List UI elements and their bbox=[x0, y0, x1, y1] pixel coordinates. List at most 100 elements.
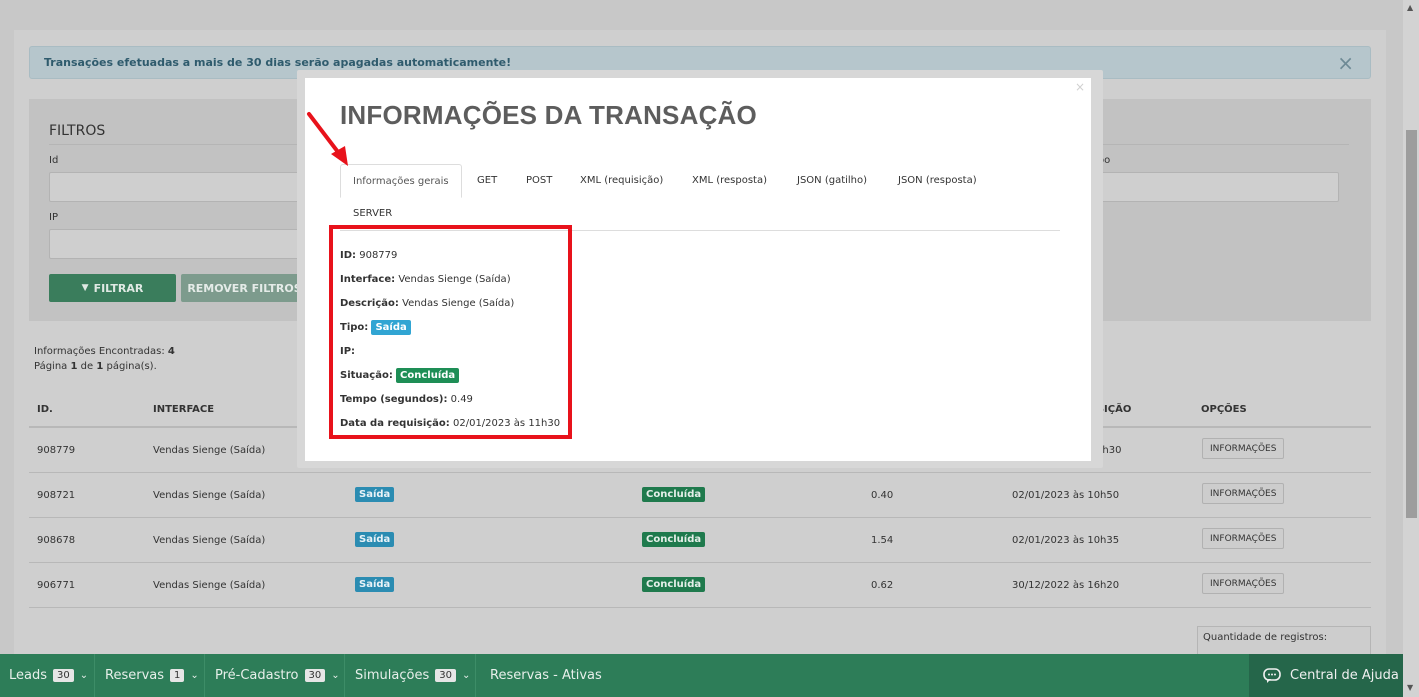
filter-button-label: FILTRAR bbox=[93, 281, 144, 295]
row-id: 908721 bbox=[37, 490, 76, 501]
informacoes-button[interactable]: INFORMAÇÕES bbox=[1202, 528, 1285, 549]
ip-input[interactable] bbox=[49, 229, 299, 259]
tab-informacoes-gerais[interactable]: Informações gerais bbox=[340, 164, 462, 198]
page-of: de bbox=[80, 361, 94, 372]
table-row: 908721 Vendas Sienge (Saída) Saída Concl… bbox=[29, 473, 1371, 518]
bottom-divider bbox=[475, 654, 476, 697]
funnel-icon: ▼ bbox=[81, 283, 89, 293]
tab-post[interactable]: POST bbox=[526, 175, 552, 186]
tipo-badge: Saída bbox=[355, 487, 395, 502]
bottom-divider bbox=[204, 654, 205, 697]
chevron-down-icon: ⌄ bbox=[331, 670, 340, 681]
row-time: 1.54 bbox=[871, 535, 894, 546]
table-row: 906771 Vendas Sienge (Saída) Saída Concl… bbox=[29, 563, 1371, 608]
results-summary: Informações Encontradas: 4 Página 1 de 1… bbox=[34, 344, 175, 374]
field-data: Data da requisição: 02/01/2023 às 11h30 bbox=[340, 418, 561, 429]
filters-title: FILTROS bbox=[49, 123, 106, 139]
tab-label: Informações gerais bbox=[353, 176, 449, 187]
field-situacao: Situação: Concluída bbox=[340, 368, 460, 383]
count-badge: 30 bbox=[53, 669, 74, 682]
id-input[interactable] bbox=[49, 172, 299, 202]
row-interface: Vendas Sienge (Saída) bbox=[153, 580, 266, 591]
field-id: ID: 908779 bbox=[340, 250, 398, 261]
bottom-item-label: Simulações bbox=[355, 668, 430, 683]
bottom-item-label: Reservas - Ativas bbox=[490, 668, 602, 683]
bottom-divider bbox=[344, 654, 345, 697]
help-center-label: Central de Ajuda bbox=[1290, 668, 1399, 683]
row-date: 02/01/2023 às 10h50 bbox=[1012, 490, 1120, 501]
count-badge: 30 bbox=[435, 669, 456, 682]
tipo-badge: Saída bbox=[355, 532, 395, 547]
scroll-up-icon[interactable]: ▲ bbox=[1407, 3, 1413, 12]
scrollbar-thumb[interactable] bbox=[1406, 130, 1417, 518]
modal-title: INFORMAÇÕES DA TRANSAÇÃO bbox=[340, 100, 757, 130]
field-ip: IP: bbox=[340, 346, 356, 357]
row-time: 0.40 bbox=[871, 490, 894, 501]
row-interface: Vendas Sienge (Saída) bbox=[153, 445, 266, 456]
bottom-item-pre-cadastro[interactable]: Pré-Cadastro 30 ⌄ bbox=[215, 654, 340, 697]
tipo-input[interactable] bbox=[1095, 172, 1339, 202]
tab-json-gatilho[interactable]: JSON (gatilho) bbox=[797, 175, 867, 186]
informacoes-button[interactable]: INFORMAÇÕES bbox=[1202, 438, 1285, 459]
page-total: 1 bbox=[96, 361, 104, 372]
page-current: 1 bbox=[70, 361, 78, 372]
count-badge: 30 bbox=[304, 669, 326, 682]
col-header-id[interactable]: ID. bbox=[37, 404, 53, 415]
filter-button[interactable]: ▼ FILTRAR bbox=[49, 274, 176, 302]
field-interface: Interface: Vendas Sienge (Saída) bbox=[340, 274, 511, 285]
row-id: 906771 bbox=[37, 580, 76, 591]
row-interface: Vendas Sienge (Saída) bbox=[153, 490, 266, 501]
modal-close-icon[interactable]: × bbox=[1075, 80, 1085, 94]
tipo-badge: Saída bbox=[355, 577, 395, 592]
field-descricao: Descrição: Vendas Sienge (Saída) bbox=[340, 298, 515, 309]
bottom-bar: Leads 30 ⌄ Reservas 1 ⌄ Pré-Cadastro 30 … bbox=[0, 654, 1419, 697]
found-count: 4 bbox=[167, 346, 175, 357]
red-arrow-annotation bbox=[307, 112, 348, 166]
ip-label: IP bbox=[49, 212, 58, 223]
records-quantity-label: Quantidade de registros: bbox=[1203, 632, 1328, 643]
col-header-interface[interactable]: INTERFACE bbox=[153, 404, 214, 415]
row-id: 908779 bbox=[37, 445, 76, 456]
tab-json-resposta[interactable]: JSON (resposta) bbox=[898, 175, 977, 186]
tipo-badge: Saída bbox=[371, 320, 411, 335]
bottom-divider bbox=[94, 654, 95, 697]
found-label: Informações Encontradas: bbox=[34, 346, 165, 357]
tab-get[interactable]: GET bbox=[477, 175, 497, 186]
row-interface: Vendas Sienge (Saída) bbox=[153, 535, 266, 546]
row-id: 908678 bbox=[37, 535, 76, 546]
bottom-item-simulacoes[interactable]: Simulações 30 ⌄ bbox=[355, 654, 470, 697]
field-tipo: Tipo: Saída bbox=[340, 320, 411, 335]
alert-close-icon[interactable]: × bbox=[1337, 51, 1354, 75]
row-date: 02/01/2023 às 10h35 bbox=[1012, 535, 1120, 546]
informacoes-button[interactable]: INFORMAÇÕES bbox=[1202, 483, 1285, 504]
tab-server[interactable]: SERVER bbox=[353, 208, 392, 219]
chevron-down-icon: ⌄ bbox=[461, 670, 471, 681]
scroll-down-icon[interactable]: ▼ bbox=[1407, 683, 1413, 692]
remove-filters-button[interactable]: REMOVER FILTROS bbox=[181, 274, 308, 302]
col-header-opcoes: OPÇÕES bbox=[1201, 404, 1247, 415]
page-scrollbar[interactable]: ▲ ▼ bbox=[1403, 0, 1419, 697]
chat-icon bbox=[1263, 667, 1281, 683]
bottom-item-label: Reservas bbox=[105, 668, 164, 683]
table-row: 908678 Vendas Sienge (Saída) Saída Concl… bbox=[29, 518, 1371, 563]
bottom-item-label: Leads bbox=[9, 668, 48, 683]
row-date: 30/12/2022 às 16h20 bbox=[1012, 580, 1120, 591]
records-quantity[interactable]: Quantidade de registros: bbox=[1197, 626, 1371, 656]
help-center-button[interactable]: Central de Ajuda bbox=[1249, 654, 1405, 697]
bottom-item-reservas[interactable]: Reservas 1 ⌄ bbox=[105, 654, 199, 697]
alert-text: Transações efetuadas a mais de 30 dias s… bbox=[44, 56, 512, 69]
count-badge: 1 bbox=[170, 669, 185, 682]
tab-xml-requisicao[interactable]: XML (requisição) bbox=[580, 175, 663, 186]
chevron-down-icon: ⌄ bbox=[79, 670, 89, 681]
id-label: Id bbox=[49, 155, 59, 166]
informacoes-button[interactable]: INFORMAÇÕES bbox=[1202, 573, 1285, 594]
tab-xml-resposta[interactable]: XML (resposta) bbox=[692, 175, 767, 186]
status-badge: Concluída bbox=[396, 368, 460, 383]
status-badge: Concluída bbox=[642, 532, 706, 547]
field-tempo: Tempo (segundos): 0.49 bbox=[340, 394, 473, 405]
row-time: 0.62 bbox=[871, 580, 894, 591]
bottom-item-leads[interactable]: Leads 30 ⌄ bbox=[9, 654, 88, 697]
page-suffix: página(s). bbox=[106, 361, 157, 372]
bottom-item-reservas-ativas[interactable]: Reservas - Ativas bbox=[490, 654, 602, 697]
page-prefix: Página bbox=[34, 361, 68, 372]
